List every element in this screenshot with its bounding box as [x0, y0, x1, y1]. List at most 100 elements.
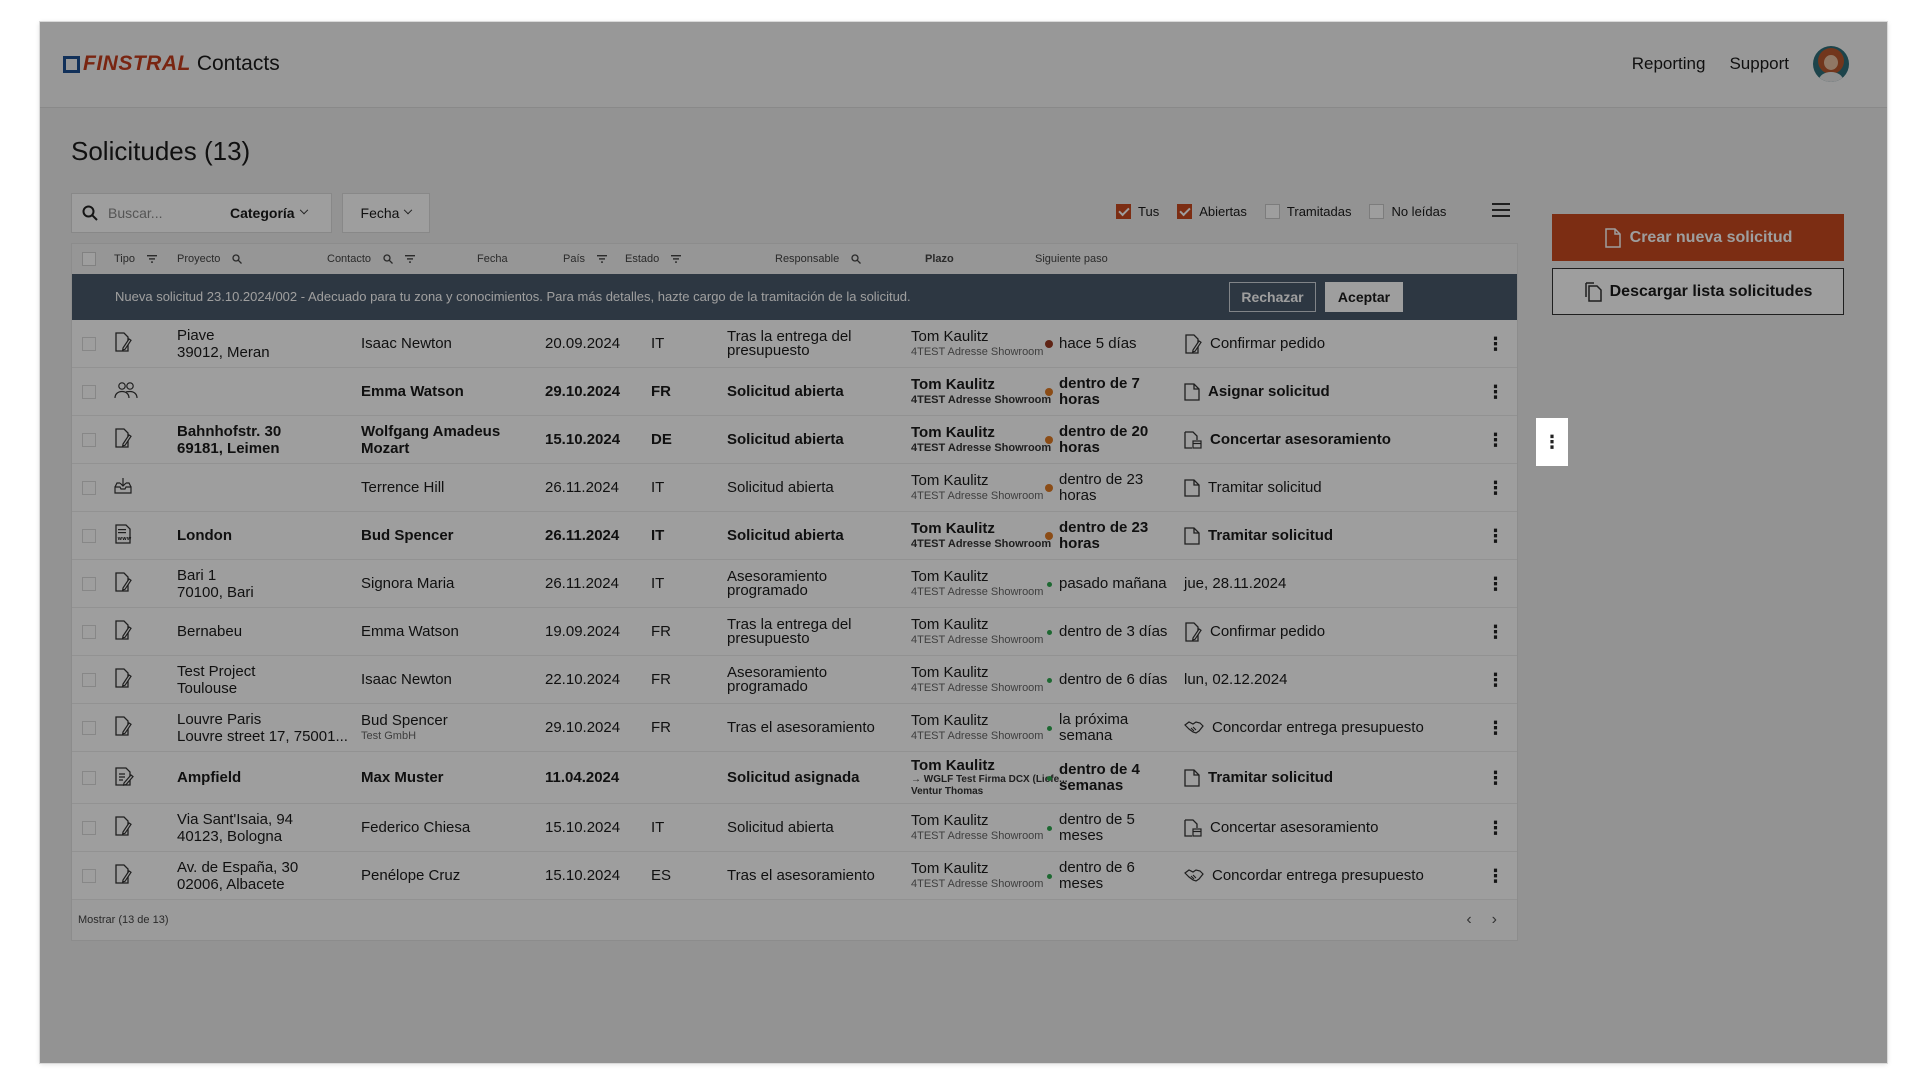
next-step[interactable]: Concordar entrega presupuesto: [1184, 719, 1474, 737]
next-step[interactable]: Concertar asesoramiento: [1184, 430, 1474, 449]
table-row[interactable]: Via Sant'Isaia, 94 40123, Bologna Federico…: [72, 804, 1517, 852]
next-step-cell[interactable]: Confirmar pedido: [1184, 320, 1474, 367]
next-step-cell[interactable]: jue, 28.11.2024: [1184, 560, 1474, 607]
more-options-icon[interactable]: ⋮: [1487, 431, 1505, 449]
brand-logo[interactable]: FINSTRAL Contacts: [63, 53, 280, 74]
table-row[interactable]: Ampfield Max Muster 11.04.2024 Solicitud as…: [72, 752, 1517, 804]
column-menu-icon[interactable]: [1492, 202, 1510, 223]
table-row[interactable]: Emma Watson 29.10.2024 FR Solicitud abierta…: [72, 368, 1517, 416]
more-options-icon[interactable]: ⋮: [1487, 671, 1505, 689]
checkbox[interactable]: [1116, 204, 1131, 219]
row-checkbox[interactable]: [82, 820, 96, 835]
create-request-button[interactable]: Crear nueva solicitud: [1552, 214, 1844, 261]
next-step-cell[interactable]: Tramitar solicitud: [1184, 464, 1474, 511]
search-icon[interactable]: [377, 254, 393, 264]
column-header-estado[interactable]: Estado: [625, 244, 682, 274]
table-row[interactable]: Piave 39012, Meran Isaac Newton 20.09.2024 I…: [72, 320, 1517, 368]
more-options-icon[interactable]: ⋮: [1487, 769, 1505, 787]
next-step[interactable]: Concordar entrega presupuesto: [1184, 867, 1474, 885]
more-options-icon[interactable]: ⋮: [1487, 575, 1505, 593]
more-options-icon[interactable]: ⋮: [1487, 383, 1505, 401]
column-header-fecha[interactable]: Fecha: [477, 244, 508, 274]
row-checkbox[interactable]: [82, 868, 96, 883]
column-header-tipo[interactable]: Tipo: [114, 244, 157, 274]
row-checkbox[interactable]: [82, 624, 96, 639]
prev-page-icon[interactable]: ‹: [1466, 911, 1471, 929]
table-row[interactable]: www London Bud Spencer 26.11.2024 IT Solicitu…: [72, 512, 1517, 560]
filter-icon[interactable]: [665, 255, 682, 263]
nav-support[interactable]: Support: [1729, 54, 1789, 74]
column-header-plazo[interactable]: Plazo: [925, 244, 954, 274]
filter-checkbox-2[interactable]: Tramitadas: [1264, 204, 1351, 219]
filter-checkbox-1[interactable]: Abiertas: [1177, 204, 1247, 219]
column-header-proyecto[interactable]: Proyecto: [177, 244, 243, 274]
next-step-cell[interactable]: Asignar solicitud: [1184, 368, 1474, 415]
filter-icon[interactable]: [399, 255, 416, 263]
row-checkbox[interactable]: [82, 384, 96, 399]
table-row[interactable]: Terrence Hill 26.11.2024 IT Solicitud abier…: [72, 464, 1517, 512]
next-step[interactable]: Confirmar pedido: [1184, 333, 1474, 354]
nav-reporting[interactable]: Reporting: [1632, 54, 1706, 74]
row-checkbox[interactable]: [82, 432, 96, 447]
more-options-icon[interactable]: ⋮: [1487, 819, 1505, 837]
date-select[interactable]: Fecha: [342, 193, 430, 233]
filter-icon[interactable]: [141, 255, 157, 263]
next-step[interactable]: Concertar asesoramiento: [1184, 818, 1474, 837]
row-checkbox[interactable]: [82, 528, 96, 543]
next-step-cell[interactable]: Concordar entrega presupuesto: [1184, 852, 1474, 899]
table-row[interactable]: Bernabeu Emma Watson 19.09.2024 FR Tras la e…: [72, 608, 1517, 656]
next-step[interactable]: Tramitar solicitud: [1184, 478, 1474, 497]
download-list-button[interactable]: Descargar lista solicitudes: [1552, 268, 1844, 315]
next-step-cell[interactable]: Tramitar solicitud: [1184, 752, 1474, 803]
next-step-cell[interactable]: Concordar entrega presupuesto: [1184, 704, 1474, 751]
next-step[interactable]: Asignar solicitud: [1184, 382, 1474, 401]
search-input[interactable]: [108, 205, 228, 221]
row-checkbox[interactable]: [82, 770, 96, 785]
next-step[interactable]: Confirmar pedido: [1184, 621, 1474, 642]
accept-button[interactable]: Aceptar: [1325, 282, 1403, 312]
next-step-cell[interactable]: lun, 02.12.2024: [1184, 656, 1474, 703]
table-row[interactable]: Bahnhofstr. 30 69181, Leimen Wolfgang Amad…: [72, 416, 1517, 464]
next-step[interactable]: lun, 02.12.2024: [1184, 671, 1474, 688]
next-step[interactable]: Tramitar solicitud: [1184, 768, 1474, 787]
reject-button[interactable]: Rechazar: [1229, 282, 1316, 312]
table-row[interactable]: Bari 1 70100, Bari Signora Maria 26.11.2024…: [72, 560, 1517, 608]
more-options-icon[interactable]: ⋮: [1487, 527, 1505, 545]
row-checkbox[interactable]: [82, 672, 96, 687]
category-select[interactable]: Categoría: [230, 205, 308, 221]
next-step[interactable]: Tramitar solicitud: [1184, 526, 1474, 545]
more-options-icon[interactable]: ⋮: [1487, 867, 1505, 885]
filter-checkbox-0[interactable]: Tus: [1116, 204, 1159, 219]
checkbox[interactable]: [1177, 204, 1193, 219]
search-icon[interactable]: [226, 254, 243, 264]
column-header-siguientepaso[interactable]: Siguiente paso: [1035, 244, 1108, 274]
select-all-checkbox[interactable]: [82, 244, 96, 274]
next-page-icon[interactable]: ›: [1492, 911, 1497, 929]
next-step-cell[interactable]: Concertar asesoramiento: [1184, 804, 1474, 851]
checkbox[interactable]: [1369, 204, 1385, 219]
column-header-responsable[interactable]: Responsable: [775, 244, 862, 274]
next-step-cell[interactable]: Confirmar pedido: [1184, 608, 1474, 655]
next-step-cell[interactable]: Concertar asesoramiento: [1184, 416, 1474, 463]
more-options-icon[interactable]: ⋮: [1487, 479, 1505, 497]
column-header-contacto[interactable]: Contacto: [327, 244, 416, 274]
column-header-pas[interactable]: País: [563, 244, 608, 274]
highlighted-row-menu-button[interactable]: ⋮: [1536, 418, 1568, 466]
search-icon[interactable]: [845, 254, 862, 264]
more-options-icon[interactable]: ⋮: [1487, 335, 1505, 353]
row-checkbox[interactable]: [82, 336, 96, 351]
checkbox[interactable]: [1264, 204, 1280, 219]
next-step-cell[interactable]: Tramitar solicitud: [1184, 512, 1474, 559]
next-step[interactable]: jue, 28.11.2024: [1184, 575, 1474, 592]
row-checkbox[interactable]: [82, 720, 96, 735]
row-checkbox[interactable]: [82, 576, 96, 591]
avatar[interactable]: [1813, 46, 1849, 82]
table-row[interactable]: Test Project Toulouse Isaac Newton 22.10.20…: [72, 656, 1517, 704]
table-row[interactable]: Louvre Paris Louvre street 17, 75001... Bu…: [72, 704, 1517, 752]
row-checkbox[interactable]: [82, 480, 96, 495]
filter-icon[interactable]: [591, 255, 608, 263]
table-row[interactable]: Av. de España, 30 02006, Albacete Penélope…: [72, 852, 1517, 900]
more-options-icon[interactable]: ⋮: [1487, 719, 1505, 737]
more-options-icon[interactable]: ⋮: [1487, 623, 1505, 641]
filter-checkbox-3[interactable]: No leídas: [1369, 204, 1446, 219]
